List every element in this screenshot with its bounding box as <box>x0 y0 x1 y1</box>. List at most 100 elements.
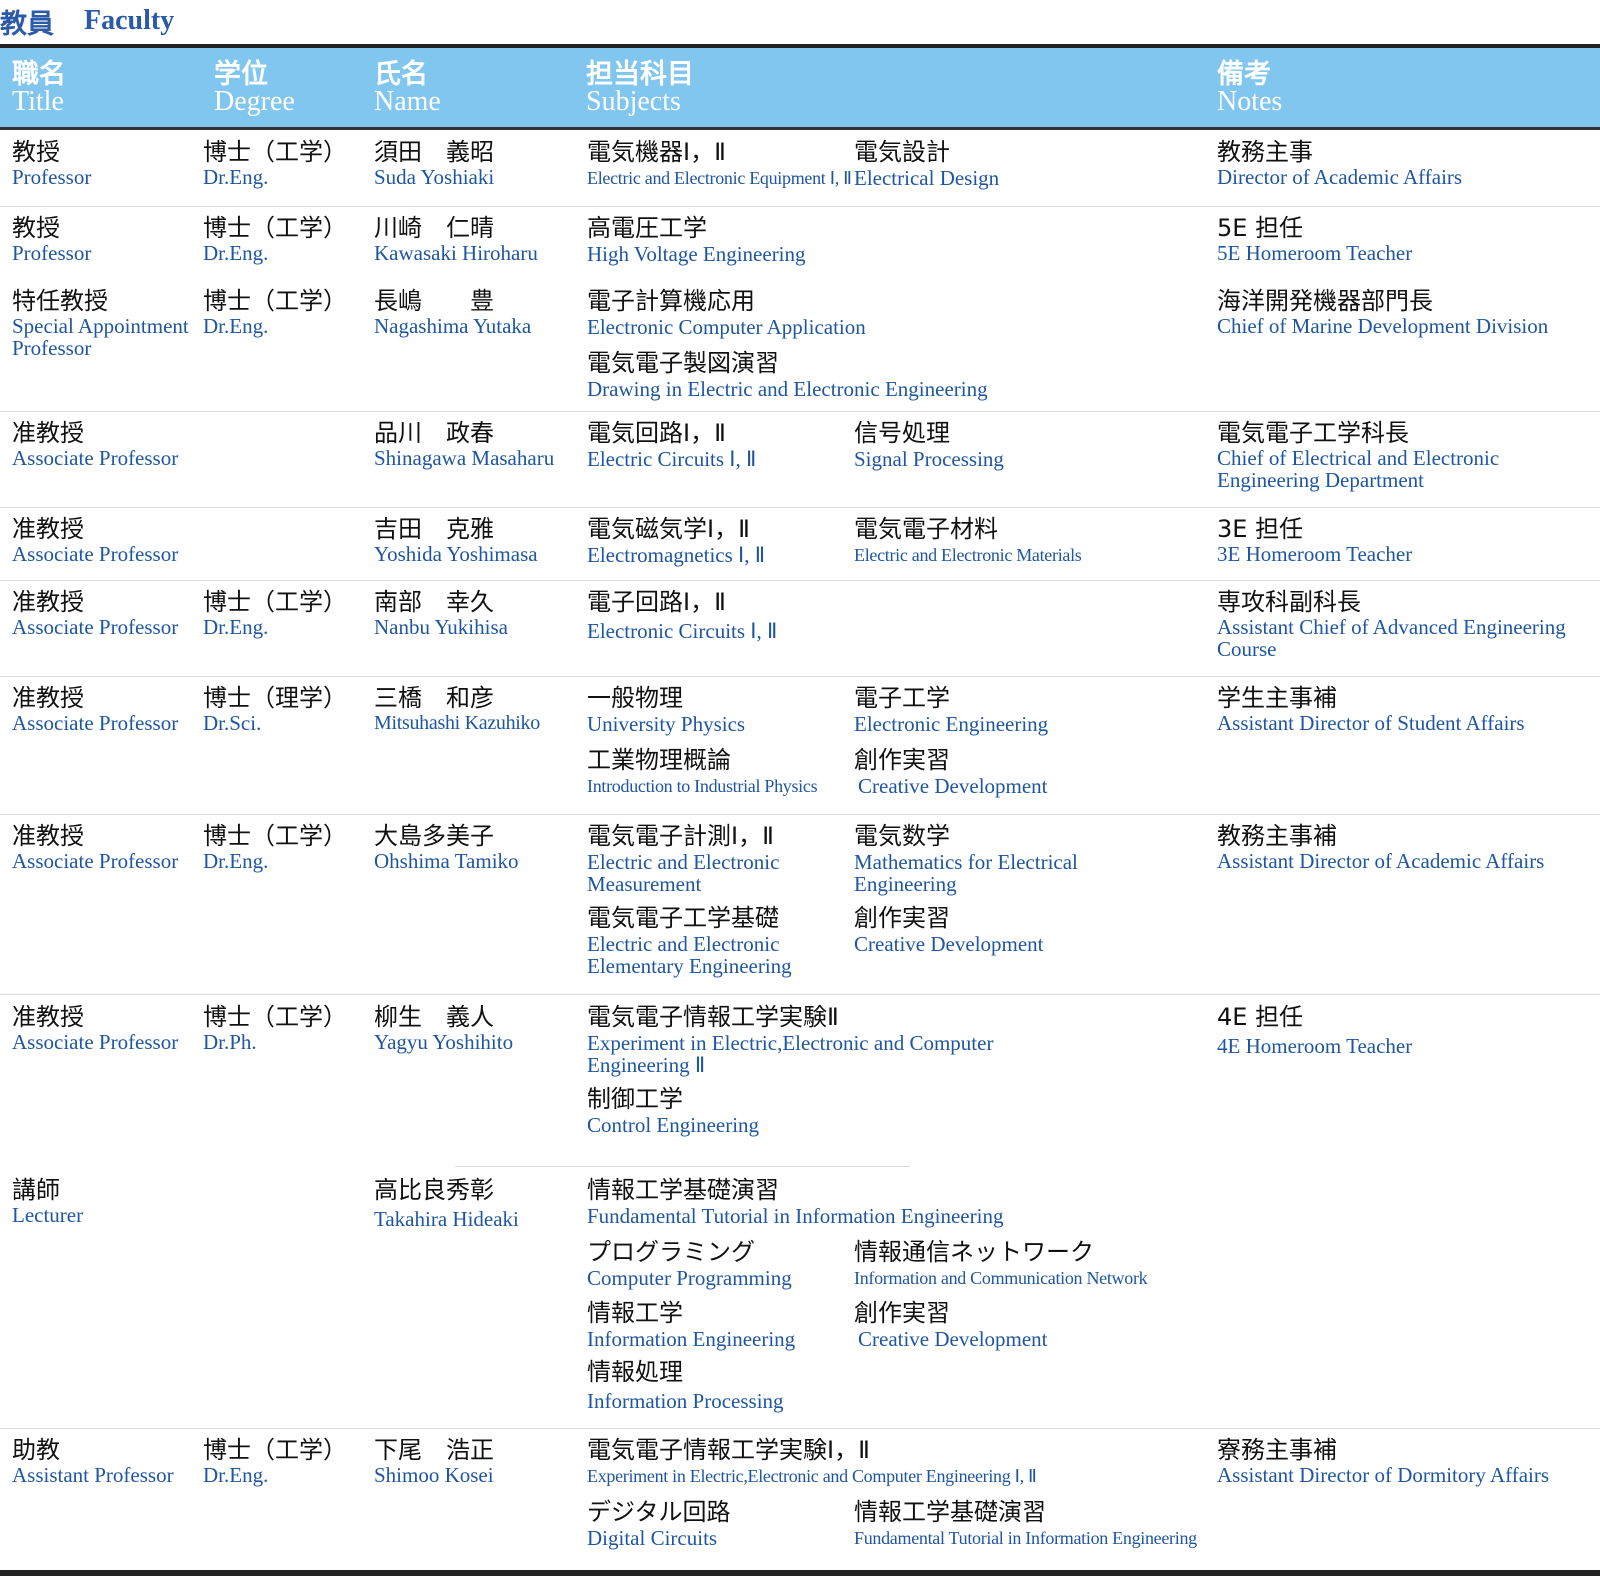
header-notes-en: Notes <box>1217 86 1283 117</box>
subject-item: 電気電子製図演習 Drawing in Electric and Electro… <box>587 349 1187 400</box>
title-ja: 特任教授 <box>12 287 108 315</box>
title-cell: 准教授 Associate Professor <box>12 515 197 565</box>
name-cell: 品川 政春 Shinagawa Masaharu <box>374 419 579 469</box>
subject-en: Electric and Electronic Equipment Ⅰ, Ⅱ <box>587 168 852 188</box>
degree-en: Dr.Eng. <box>203 241 269 265</box>
subject-ja: 創作実習 <box>854 746 950 774</box>
title-cell: 教授 Professor <box>12 138 197 188</box>
subject-en: Experiment in Electric,Electronic and Co… <box>587 1466 1037 1486</box>
table-row: 准教授 Associate Professor 品川 政春 Shinagawa … <box>0 411 1600 508</box>
title-cell: 教授 Professor <box>12 214 197 264</box>
notes-en: 5E Homeroom Teacher <box>1217 241 1413 265</box>
title-cell: 准教授 Associate Professor <box>12 822 197 872</box>
subject-item: 電子回路Ⅰ，Ⅱ Electronic Circuits Ⅰ, Ⅱ <box>587 588 1187 642</box>
notes-ja: 4E 担任 <box>1217 1003 1304 1031</box>
header-subjects-en: Subjects <box>586 86 681 117</box>
name-cell: 川崎 仁晴 Kawasaki Hiroharu <box>374 214 579 264</box>
subject-item: 電気数学 Mathematics for Electrical Engineer… <box>854 822 1194 895</box>
subject-en: Computer Programming <box>587 1266 792 1290</box>
notes-en: Assistant Director of Academic Affairs <box>1217 849 1545 873</box>
table-row: 教授 Professor 博士（工学） Dr.Eng. 須田 義昭 Suda Y… <box>0 130 1600 207</box>
title-en: Special Appointment Professor <box>12 314 189 360</box>
name-cell: 下尾 浩正 Shimoo Kosei <box>374 1436 579 1486</box>
degree-ja: 博士（工学） <box>203 287 347 315</box>
heading-ja: 教員 <box>0 8 54 40</box>
page-heading: 教員 Faculty <box>0 0 174 42</box>
notes-cell: 学生主事補 Assistant Director of Student Affa… <box>1217 684 1597 734</box>
subject-en: Electronic Computer Application <box>587 315 866 339</box>
name-cell: 柳生 義人 Yagyu Yoshihito <box>374 1003 579 1053</box>
title-cell: 准教授 Associate Professor <box>12 588 197 638</box>
header-name-en: Name <box>374 86 441 117</box>
title-en: Assistant Professor <box>12 1463 174 1487</box>
subject-item: 高電圧工学 High Voltage Engineering <box>587 214 1187 265</box>
degree-cell: 博士（工学） Dr.Eng. <box>203 138 368 188</box>
subject-ja: 電気数学 <box>854 822 950 850</box>
subject-en: Fundamental Tutorial in Information Engi… <box>854 1528 1197 1548</box>
title-ja: 准教授 <box>12 822 84 850</box>
subject-en: Control Engineering <box>587 1113 760 1137</box>
title-ja: 教授 <box>12 214 60 242</box>
subject-en: Digital Circuits <box>587 1526 718 1550</box>
title-cell: 講師 Lecturer <box>12 1176 197 1226</box>
notes-cell: 3E 担任 3E Homeroom Teacher <box>1217 515 1597 565</box>
subject-item: 一般物理 University Physics <box>587 684 849 735</box>
subject-item: 創作実習 Creative Development <box>854 1299 1194 1350</box>
title-en: Associate Professor <box>12 711 179 735</box>
subject-ja: 情報工学基礎演習 <box>587 1176 779 1204</box>
title-cell: 特任教授 Special Appointment Professor <box>12 287 197 359</box>
subject-en: Electromagnetics Ⅰ, Ⅱ <box>587 543 766 567</box>
name-en: Nagashima Yutaka <box>374 314 532 338</box>
title-ja: 准教授 <box>12 588 84 616</box>
subject-ja: プログラミング <box>587 1238 755 1266</box>
notes-ja: 海洋開発機器部門長 <box>1217 287 1433 315</box>
subject-en: Introduction to Industrial Physics <box>587 776 818 796</box>
subject-en: Information and Communication Network <box>854 1268 1148 1288</box>
notes-en: Assistant Chief of Advanced Engineering … <box>1217 615 1566 661</box>
notes-cell: 5E 担任 5E Homeroom Teacher <box>1217 214 1597 264</box>
subject-en: University Physics <box>587 712 746 736</box>
subject-item: 電気電子情報工学実験Ⅱ Experiment in Electric,Elect… <box>587 1003 1007 1076</box>
title-en: Associate Professor <box>12 615 179 639</box>
subject-ja: 電気電子計測Ⅰ，Ⅱ <box>587 822 774 850</box>
name-ja: 下尾 浩正 <box>374 1436 494 1464</box>
name-ja: 三橋 和彦 <box>374 684 494 712</box>
subject-ja: 創作実習 <box>854 904 950 932</box>
name-ja: 吉田 克雅 <box>374 515 494 543</box>
bottom-rule <box>0 1570 1600 1576</box>
subject-ja: 情報処理 <box>587 1358 683 1386</box>
notes-cell: 教務主事補 Assistant Director of Academic Aff… <box>1217 822 1597 872</box>
degree-cell: 博士（理学） Dr.Sci. <box>203 684 368 734</box>
name-ja: 大島多美子 <box>374 822 494 850</box>
name-en: Yagyu Yoshihito <box>374 1030 514 1054</box>
subject-item: 電気電子材料 Electric and Electronic Materials <box>854 515 1194 566</box>
title-cell: 准教授 Associate Professor <box>12 1003 197 1053</box>
name-en: Kawasaki Hiroharu <box>374 241 538 265</box>
name-cell: 吉田 克雅 Yoshida Yoshimasa <box>374 515 579 565</box>
degree-ja: 博士（工学） <box>203 138 347 166</box>
name-cell: 長嶋 豊 Nagashima Yutaka <box>374 287 579 337</box>
subject-ja: 制御工学 <box>587 1085 683 1113</box>
subject-ja: 電気設計 <box>854 138 950 166</box>
degree-ja: 博士（工学） <box>203 1436 347 1464</box>
subject-ja: 電気電子材料 <box>854 515 998 543</box>
notes-cell: 教務主事 Director of Academic Affairs <box>1217 138 1597 188</box>
degree-en: Dr.Eng. <box>203 849 269 873</box>
degree-cell: 博士（工学） Dr.Eng. <box>203 214 368 264</box>
subject-item: 電気電子計測Ⅰ，Ⅱ Electric and Electronic Measur… <box>587 822 849 895</box>
title-en: Associate Professor <box>12 1030 179 1054</box>
name-ja: 長嶋 豊 <box>374 287 494 315</box>
degree-en: Dr.Eng. <box>203 314 269 338</box>
subject-item: 情報工学 Information Engineering <box>587 1299 849 1350</box>
degree-en: Dr.Sci. <box>203 711 262 735</box>
subject-item: 電気磁気学Ⅰ，Ⅱ Electromagnetics Ⅰ, Ⅱ <box>587 515 849 566</box>
subject-ja: 電子回路Ⅰ，Ⅱ <box>587 588 726 616</box>
subject-en: Creative Development <box>854 932 1044 956</box>
degree-cell: 博士（工学） Dr.Eng. <box>203 287 368 337</box>
table-row: 准教授 Associate Professor 博士（理学） Dr.Sci. 三… <box>0 676 1600 815</box>
heading-en: Faculty <box>84 5 175 36</box>
name-ja: 須田 義昭 <box>374 138 494 166</box>
title-ja: 教授 <box>12 138 60 166</box>
title-cell: 准教授 Associate Professor <box>12 419 197 469</box>
degree-ja: 博士（工学） <box>203 588 347 616</box>
